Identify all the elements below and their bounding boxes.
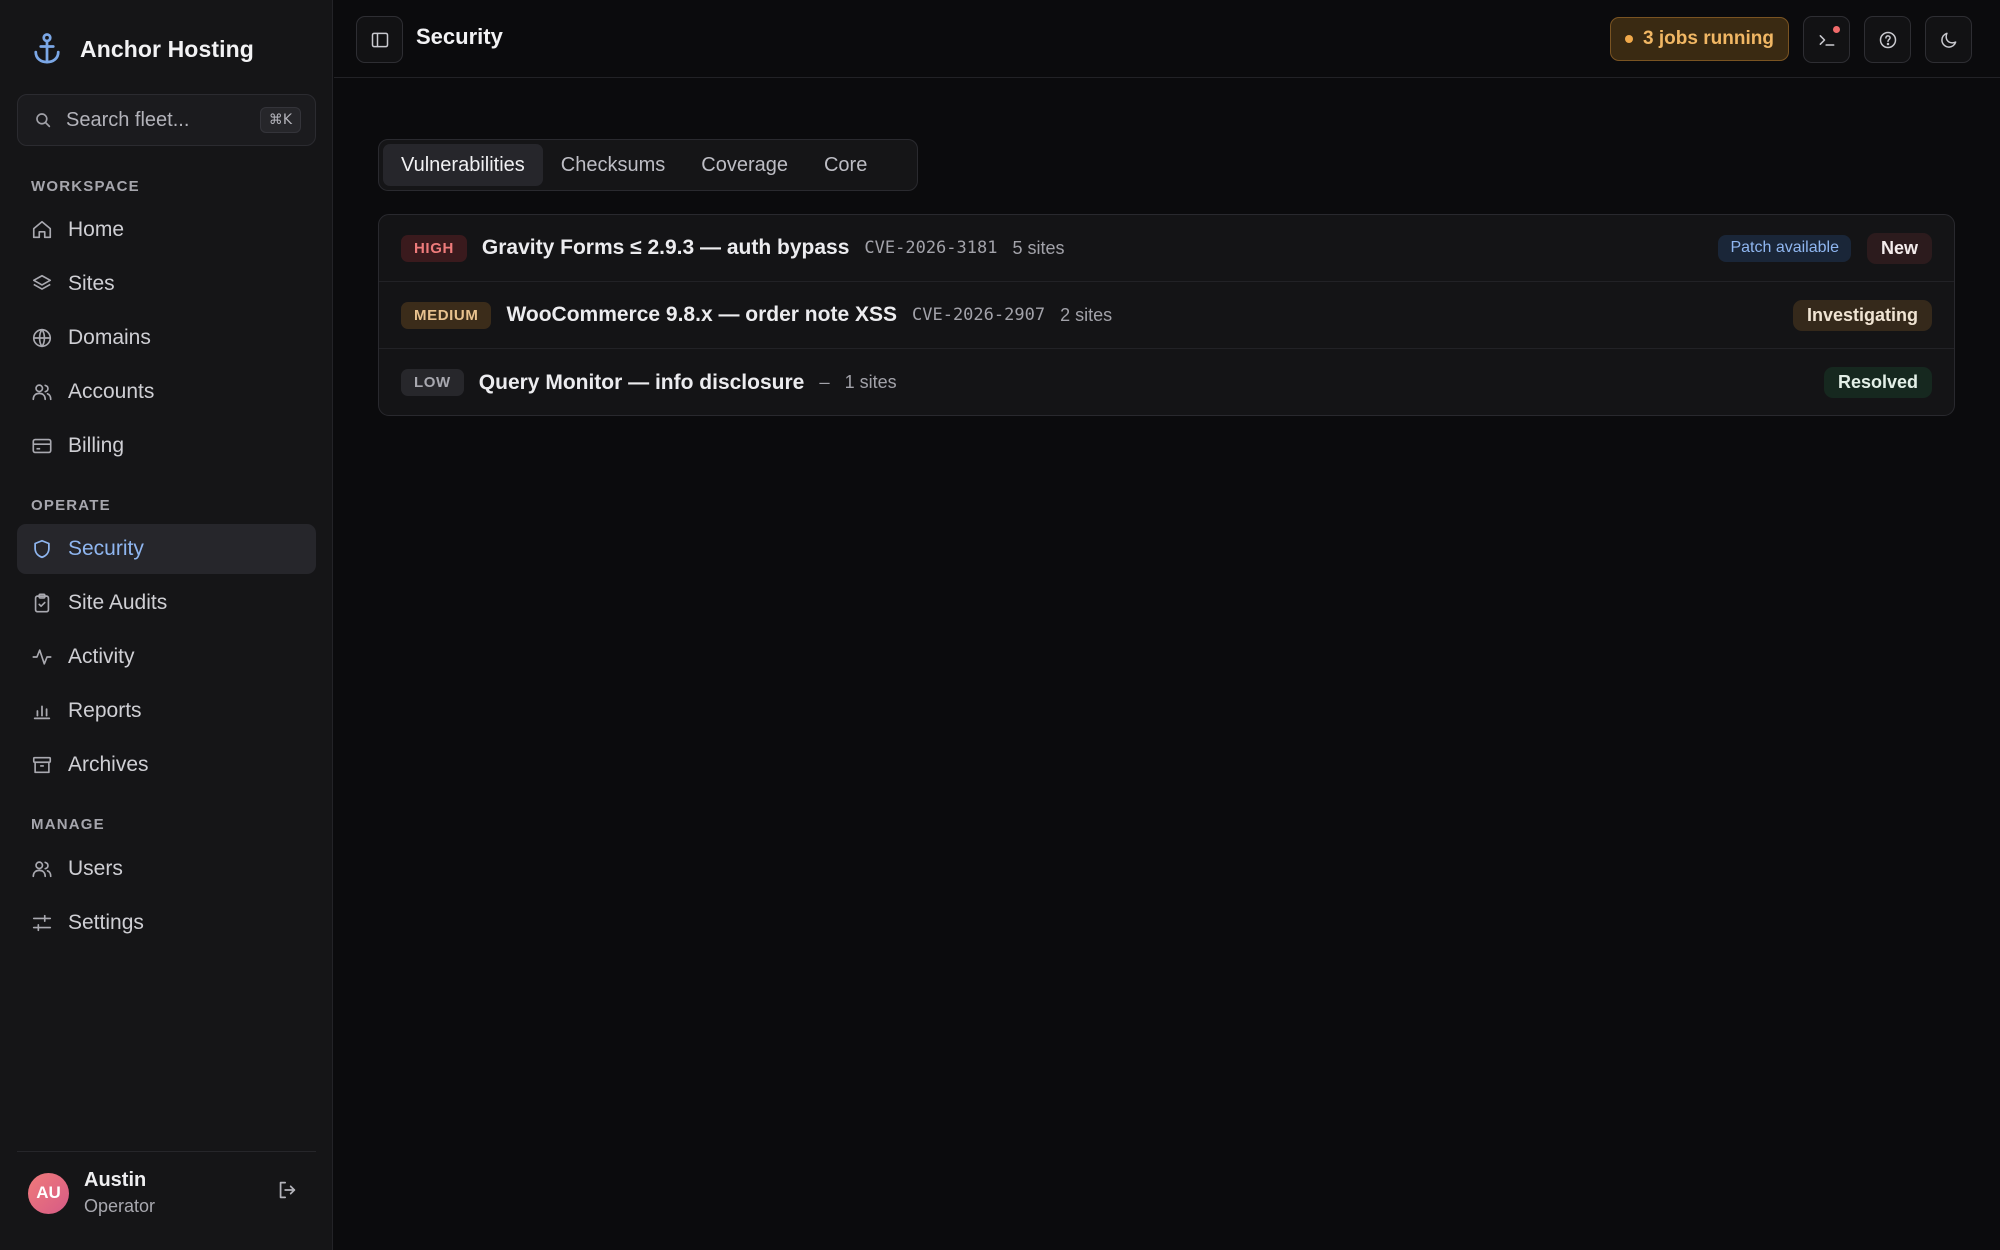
status-badge: Resolved — [1823, 367, 1932, 398]
cve-id: CVE-2026-2907 — [912, 305, 1046, 325]
vulnerability-list: HIGH Gravity Forms ≤ 2.9.3 — auth bypass… — [378, 214, 1955, 416]
affected-sites-count: 1 sites — [844, 372, 897, 392]
status-badge: Investigating — [1792, 299, 1932, 331]
cve-id: CVE-2026-3181 — [864, 238, 998, 258]
sidebar-item-archives[interactable]: Archives — [17, 740, 316, 790]
nav-section-manage: MANAGE — [31, 816, 105, 833]
affected-sites-count: 2 sites — [1060, 304, 1113, 325]
jobs-running-button[interactable]: 3 jobs running — [1610, 17, 1789, 61]
users-icon — [32, 861, 52, 878]
sidebar-item-label: Users — [68, 857, 123, 880]
patch-available-badge: Patch available — [1718, 234, 1851, 262]
sidebar-item-label: Domains — [68, 326, 151, 349]
avatar: AU — [28, 1172, 69, 1214]
vulnerability-title: Query Monitor — info disclosure — [478, 370, 805, 394]
sidebar-item-label: Archives — [68, 753, 149, 776]
severity-badge: LOW — [401, 369, 464, 396]
search-shortcut: ⌘K — [259, 107, 301, 133]
sidebar-item-label: Security — [68, 537, 144, 560]
jobs-running-label: 3 jobs running — [1643, 28, 1774, 49]
bar-chart-icon — [33, 705, 51, 720]
archive-icon — [32, 756, 52, 774]
globe-icon — [32, 328, 52, 348]
table-row[interactable]: LOW Query Monitor — info disclosure – 1 … — [379, 349, 1954, 415]
user-role: Operator — [84, 1196, 156, 1216]
search-placeholder: Search fleet... — [66, 108, 190, 131]
sidebar-item-label: Activity — [68, 645, 135, 668]
user-name: Austin — [84, 1169, 147, 1191]
moon-icon — [1940, 32, 1956, 48]
sidebar-item-label: Home — [68, 218, 125, 241]
tab-checksums[interactable]: Checksums — [543, 144, 683, 186]
home-icon — [32, 220, 52, 239]
shield-icon — [34, 539, 50, 559]
sidebar-item-label: Site Audits — [68, 591, 168, 614]
sidebar-item-label: Settings — [68, 911, 144, 934]
toggle-sidebar-button[interactable] — [356, 16, 403, 63]
vulnerability-title: Gravity Forms ≤ 2.9.3 — auth bypass — [481, 236, 850, 259]
search-icon — [36, 113, 51, 128]
sidebar-item-security[interactable]: Security — [17, 524, 316, 574]
sidebar-item-label: Billing — [68, 434, 125, 457]
table-row[interactable]: MEDIUM WooCommerce 9.8.x — order note XS… — [379, 282, 1954, 349]
notification-dot — [1833, 26, 1840, 33]
sidebar-item-billing[interactable]: Billing — [17, 421, 316, 471]
sidebar-item-label: Accounts — [68, 380, 155, 403]
sidebar-item-reports[interactable]: Reports — [17, 686, 316, 736]
sidebar-toggle-icon — [371, 32, 388, 47]
sidebar-item-activity[interactable]: Activity — [17, 632, 316, 682]
nav-section-workspace: WORKSPACE — [31, 178, 140, 195]
tab-coverage[interactable]: Coverage — [683, 144, 806, 186]
layers-icon — [32, 274, 52, 290]
status-badge: New — [1866, 232, 1932, 264]
help-button[interactable] — [1864, 16, 1911, 63]
tab-core[interactable]: Core — [806, 144, 885, 186]
security-tabs: Vulnerabilities Checksums Coverage Core — [378, 139, 918, 191]
brand[interactable]: Anchor Hosting — [32, 32, 254, 66]
severity-badge: HIGH — [401, 234, 467, 262]
nav-section-operate: OPERATE — [31, 497, 111, 514]
activity-icon — [32, 649, 52, 665]
terminal-button[interactable] — [1803, 16, 1850, 63]
user-profile[interactable]: AU Austin Operator — [28, 1169, 155, 1217]
severity-badge: MEDIUM — [401, 301, 492, 329]
sidebar-item-label: Sites — [68, 272, 115, 295]
affected-sites-count: 5 sites — [1012, 237, 1065, 258]
cve-id: – — [819, 372, 830, 393]
page-title: Security — [416, 24, 503, 49]
sidebar-item-site-audits[interactable]: Site Audits — [17, 578, 316, 628]
sidebar-item-sites[interactable]: Sites — [17, 259, 316, 309]
sidebar: Anchor Hosting Search fleet... ⌘K WORKSP… — [0, 0, 333, 1250]
sidebar-footer-divider — [17, 1151, 316, 1152]
sliders-icon — [32, 914, 52, 932]
sidebar-item-users[interactable]: Users — [17, 844, 316, 894]
sidebar-item-domains[interactable]: Domains — [17, 313, 316, 363]
clipboard-icon — [34, 593, 50, 613]
sidebar-item-accounts[interactable]: Accounts — [17, 367, 316, 417]
tab-vulnerabilities[interactable]: Vulnerabilities — [383, 144, 543, 186]
sidebar-item-label: Reports — [68, 699, 142, 722]
table-row[interactable]: HIGH Gravity Forms ≤ 2.9.3 — auth bypass… — [379, 215, 1954, 282]
vulnerability-title: WooCommerce 9.8.x — order note XSS — [506, 303, 897, 326]
sidebar-item-home[interactable]: Home — [17, 205, 316, 255]
logout-icon[interactable] — [276, 1179, 298, 1201]
users-icon — [32, 384, 52, 401]
jobs-status-dot — [1625, 35, 1634, 43]
search-input[interactable]: Search fleet... ⌘K — [17, 94, 316, 146]
terminal-icon — [1819, 34, 1834, 46]
credit-card-icon — [32, 438, 52, 454]
sidebar-item-settings[interactable]: Settings — [17, 898, 316, 948]
help-icon — [1879, 31, 1896, 48]
brand-name: Anchor Hosting — [80, 35, 254, 62]
anchor-icon — [34, 33, 60, 64]
theme-toggle-button[interactable] — [1925, 16, 1972, 63]
